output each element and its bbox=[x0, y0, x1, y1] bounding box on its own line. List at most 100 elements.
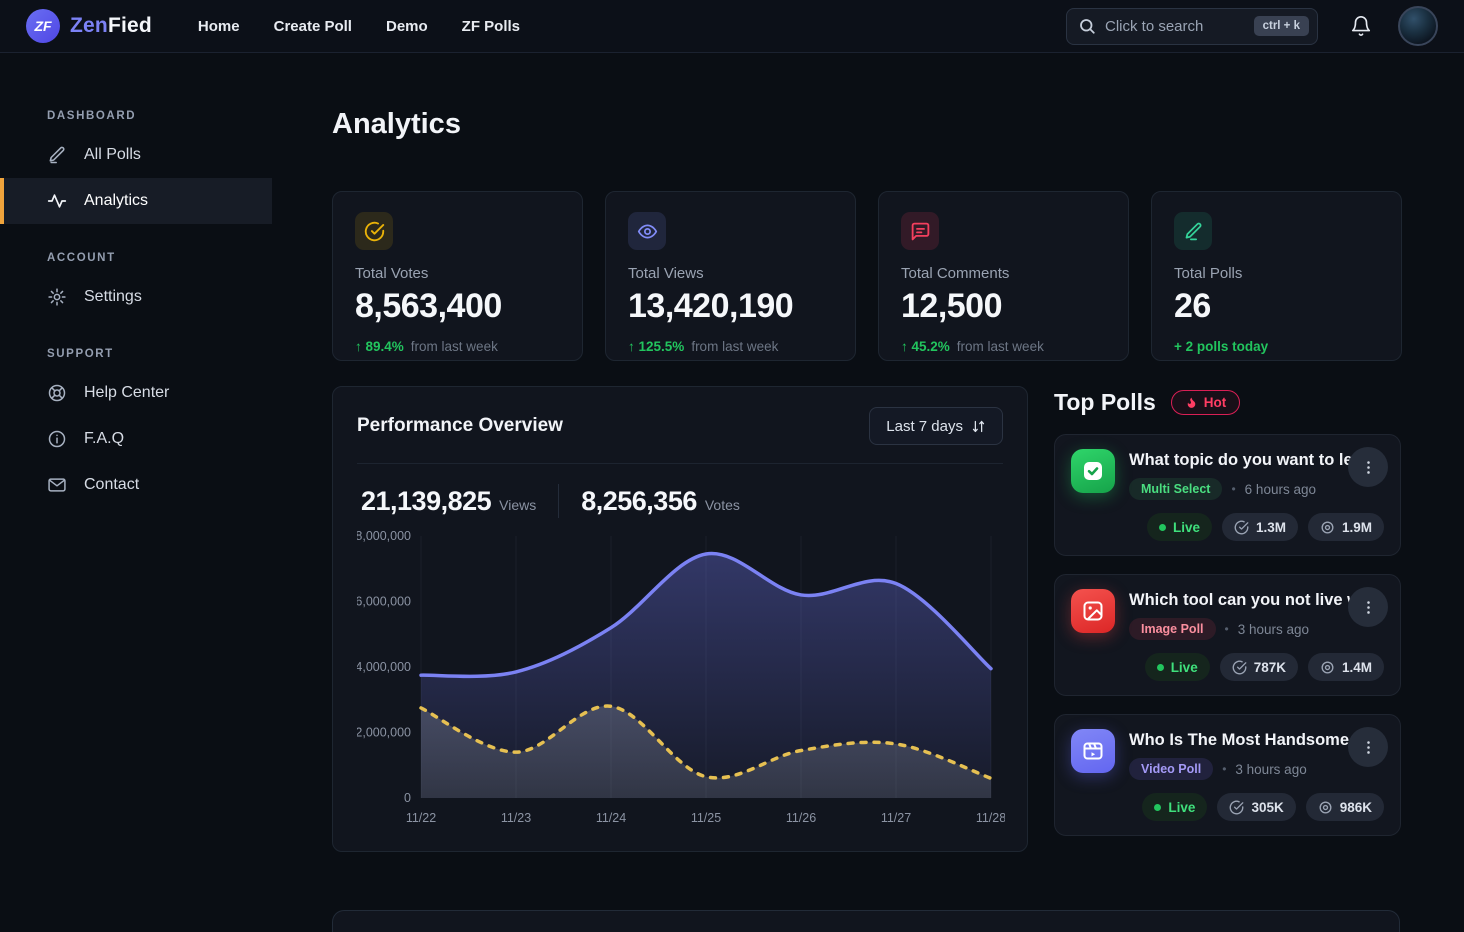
live-dot bbox=[1159, 524, 1166, 531]
sidebar-item-all-polls[interactable]: All Polls bbox=[0, 132, 272, 178]
nav-links: Home Create Poll Demo ZF Polls bbox=[198, 18, 520, 35]
dot-separator: • bbox=[1231, 482, 1235, 496]
sidebar-section-dashboard: DASHBOARD bbox=[0, 110, 272, 122]
nav-link-create-poll[interactable]: Create Poll bbox=[274, 18, 352, 35]
poll-menu-button[interactable] bbox=[1348, 727, 1388, 767]
stat-label: Total Comments bbox=[901, 265, 1106, 282]
poll-type-badge: Image Poll bbox=[1129, 618, 1216, 640]
mail-icon bbox=[47, 475, 67, 495]
poll-title: Who Is The Most Handsome Man bbox=[1129, 731, 1355, 750]
sidebar-item-label: Analytics bbox=[84, 192, 148, 210]
views-icon bbox=[1320, 520, 1335, 535]
top-navbar: ZF ZenFied Home Create Poll Demo ZF Poll… bbox=[0, 0, 1464, 53]
performance-overview-card: Performance Overview Last 7 days 21,139,… bbox=[332, 386, 1028, 852]
views-icon bbox=[1318, 800, 1333, 815]
sidebar-item-label: Help Center bbox=[84, 384, 169, 402]
dot-separator: • bbox=[1222, 762, 1226, 776]
gear-icon bbox=[47, 287, 67, 307]
stat-card-total-views: Total Views 13,420,190 ↑ 125.5% from las… bbox=[605, 191, 856, 361]
svg-text:11/22: 11/22 bbox=[406, 811, 436, 825]
sidebar: DASHBOARD All Polls Analytics ACCOUNT Se… bbox=[0, 53, 272, 932]
stat-delta: + 2 polls today bbox=[1174, 339, 1268, 354]
poll-card[interactable]: What topic do you want to learn Multi Se… bbox=[1054, 434, 1401, 556]
nav-link-demo[interactable]: Demo bbox=[386, 18, 428, 35]
votes-count-pill: 305K bbox=[1217, 793, 1295, 821]
live-badge: Live bbox=[1145, 653, 1210, 681]
divider bbox=[558, 484, 559, 518]
stat-delta: ↑ 45.2% bbox=[901, 339, 950, 354]
dot-separator: • bbox=[1225, 622, 1229, 636]
stat-value: 12,500 bbox=[901, 287, 1106, 326]
votes-count-pill: 787K bbox=[1220, 653, 1298, 681]
top-polls-panel: Top Polls Hot What bbox=[1054, 386, 1401, 854]
next-section-card-partial bbox=[332, 910, 1400, 932]
search-shortcut-kbd: ctrl + k bbox=[1254, 16, 1309, 36]
svg-text:4,000,000: 4,000,000 bbox=[357, 660, 411, 674]
sidebar-item-label: Contact bbox=[84, 476, 139, 494]
brand-name: ZenFied bbox=[70, 14, 152, 38]
svg-text:11/27: 11/27 bbox=[881, 811, 911, 825]
search-box[interactable]: ctrl + k bbox=[1066, 8, 1318, 45]
poll-card[interactable]: Who Is The Most Handsome Man Video Poll … bbox=[1054, 714, 1401, 836]
sidebar-item-label: F.A.Q bbox=[84, 430, 124, 448]
sidebar-item-faq[interactable]: F.A.Q bbox=[0, 416, 272, 462]
arrows-up-down-icon bbox=[971, 419, 986, 434]
stat-card-total-votes: Total Votes 8,563,400 ↑ 89.4% from last … bbox=[332, 191, 583, 361]
search-input[interactable] bbox=[1105, 18, 1245, 35]
stat-value: 26 bbox=[1174, 287, 1379, 326]
svg-text:11/26: 11/26 bbox=[786, 811, 816, 825]
sidebar-item-help-center[interactable]: Help Center bbox=[0, 370, 272, 416]
top-polls-title: Top Polls bbox=[1054, 389, 1156, 416]
video-icon bbox=[1071, 729, 1115, 773]
date-range-button[interactable]: Last 7 days bbox=[869, 407, 1003, 445]
sidebar-item-contact[interactable]: Contact bbox=[0, 462, 272, 508]
main-content: Analytics Total Votes 8,563,400 ↑ 89.4% … bbox=[272, 53, 1464, 932]
svg-text:11/28: 11/28 bbox=[976, 811, 1005, 825]
sidebar-section-account: ACCOUNT bbox=[0, 252, 272, 264]
votes-total: 8,256,356Votes bbox=[581, 486, 740, 517]
hot-badge: Hot bbox=[1171, 390, 1241, 415]
svg-text:11/24: 11/24 bbox=[596, 811, 626, 825]
stat-value: 13,420,190 bbox=[628, 287, 833, 326]
views-icon bbox=[1320, 660, 1335, 675]
views-total: 21,139,825Views bbox=[361, 486, 536, 517]
poll-title: What topic do you want to learn bbox=[1129, 451, 1355, 470]
stat-delta: ↑ 89.4% bbox=[355, 339, 404, 354]
poll-card[interactable]: Which tool can you not live witho Image … bbox=[1054, 574, 1401, 696]
check-circle-icon bbox=[1232, 660, 1247, 675]
stat-label: Total Votes bbox=[355, 265, 560, 282]
poll-menu-button[interactable] bbox=[1348, 447, 1388, 487]
poll-type-badge: Video Poll bbox=[1129, 758, 1213, 780]
stat-label: Total Polls bbox=[1174, 265, 1379, 282]
live-dot bbox=[1157, 664, 1164, 671]
user-avatar[interactable] bbox=[1398, 6, 1438, 46]
poll-time: 3 hours ago bbox=[1235, 762, 1306, 777]
brand-logo[interactable]: ZF ZenFied bbox=[26, 9, 152, 43]
live-badge: Live bbox=[1147, 513, 1212, 541]
stat-card-total-comments: Total Comments 12,500 ↑ 45.2% from last … bbox=[878, 191, 1129, 361]
live-badge: Live bbox=[1142, 793, 1207, 821]
chart-title: Performance Overview bbox=[357, 415, 563, 437]
views-count-pill: 986K bbox=[1306, 793, 1384, 821]
notifications-bell-icon[interactable] bbox=[1350, 15, 1372, 37]
sidebar-item-analytics[interactable]: Analytics bbox=[0, 178, 272, 224]
stat-cards-row: Total Votes 8,563,400 ↑ 89.4% from last … bbox=[332, 191, 1464, 361]
sidebar-section-support: SUPPORT bbox=[0, 348, 272, 360]
search-icon bbox=[1078, 17, 1096, 35]
sidebar-item-settings[interactable]: Settings bbox=[0, 274, 272, 320]
stat-delta-suffix: from last week bbox=[691, 339, 778, 354]
nav-link-home[interactable]: Home bbox=[198, 18, 240, 35]
svg-text:2,000,000: 2,000,000 bbox=[357, 726, 411, 740]
stat-delta-suffix: from last week bbox=[957, 339, 1044, 354]
poll-menu-button[interactable] bbox=[1348, 587, 1388, 627]
comment-icon bbox=[901, 212, 939, 250]
sidebar-item-label: All Polls bbox=[84, 146, 141, 164]
views-count-pill: 1.4M bbox=[1308, 653, 1384, 681]
nav-link-zf-polls[interactable]: ZF Polls bbox=[462, 18, 520, 35]
svg-text:6,000,000: 6,000,000 bbox=[357, 595, 411, 609]
eye-icon bbox=[628, 212, 666, 250]
flame-icon bbox=[1185, 396, 1198, 409]
brand-logo-icon: ZF bbox=[26, 9, 60, 43]
stat-label: Total Views bbox=[628, 265, 833, 282]
svg-text:0: 0 bbox=[404, 791, 411, 805]
